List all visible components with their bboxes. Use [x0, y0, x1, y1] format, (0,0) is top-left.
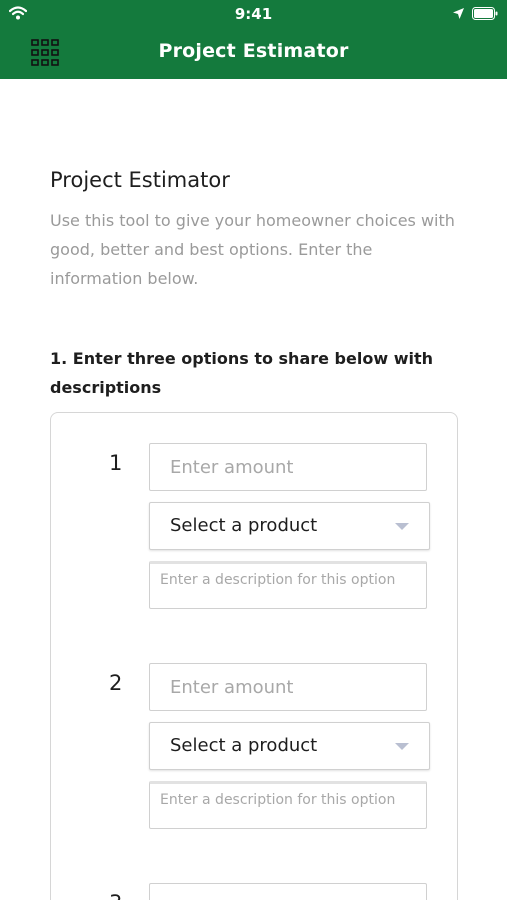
amount-input[interactable]: [149, 443, 427, 491]
options-card: 1 Select a product 2 Select a product 3: [50, 412, 458, 900]
option-number: 3: [109, 891, 123, 900]
chevron-down-icon: [395, 743, 409, 750]
chevron-down-icon: [395, 523, 409, 530]
step-heading: 1. Enter three options to share below wi…: [50, 349, 433, 397]
status-time: 9:41: [234, 5, 273, 23]
intro-section: Project Estimator Use this tool to give …: [50, 168, 460, 293]
battery-icon: [472, 7, 498, 20]
page-title: Project Estimator: [50, 168, 230, 192]
amount-input[interactable]: [149, 883, 427, 900]
option-number: 1: [109, 451, 123, 475]
app-header: 9:41 Project Estimator: [0, 0, 507, 79]
product-select[interactable]: Select a product: [149, 502, 430, 550]
location-icon: [453, 8, 464, 19]
amount-input[interactable]: [149, 663, 427, 711]
option-number: 2: [109, 671, 123, 695]
status-bar: 9:41: [0, 0, 507, 28]
product-select[interactable]: Select a product: [149, 722, 430, 770]
intro-text: Use this tool to give your homeowner cho…: [50, 211, 455, 288]
product-select-value: Select a product: [170, 515, 318, 536]
nav-title: Project Estimator: [158, 40, 349, 62]
product-select-value: Select a product: [170, 735, 318, 756]
description-input[interactable]: [149, 781, 427, 829]
description-input[interactable]: [149, 561, 427, 609]
navigation-bar: Project Estimator: [0, 28, 507, 79]
